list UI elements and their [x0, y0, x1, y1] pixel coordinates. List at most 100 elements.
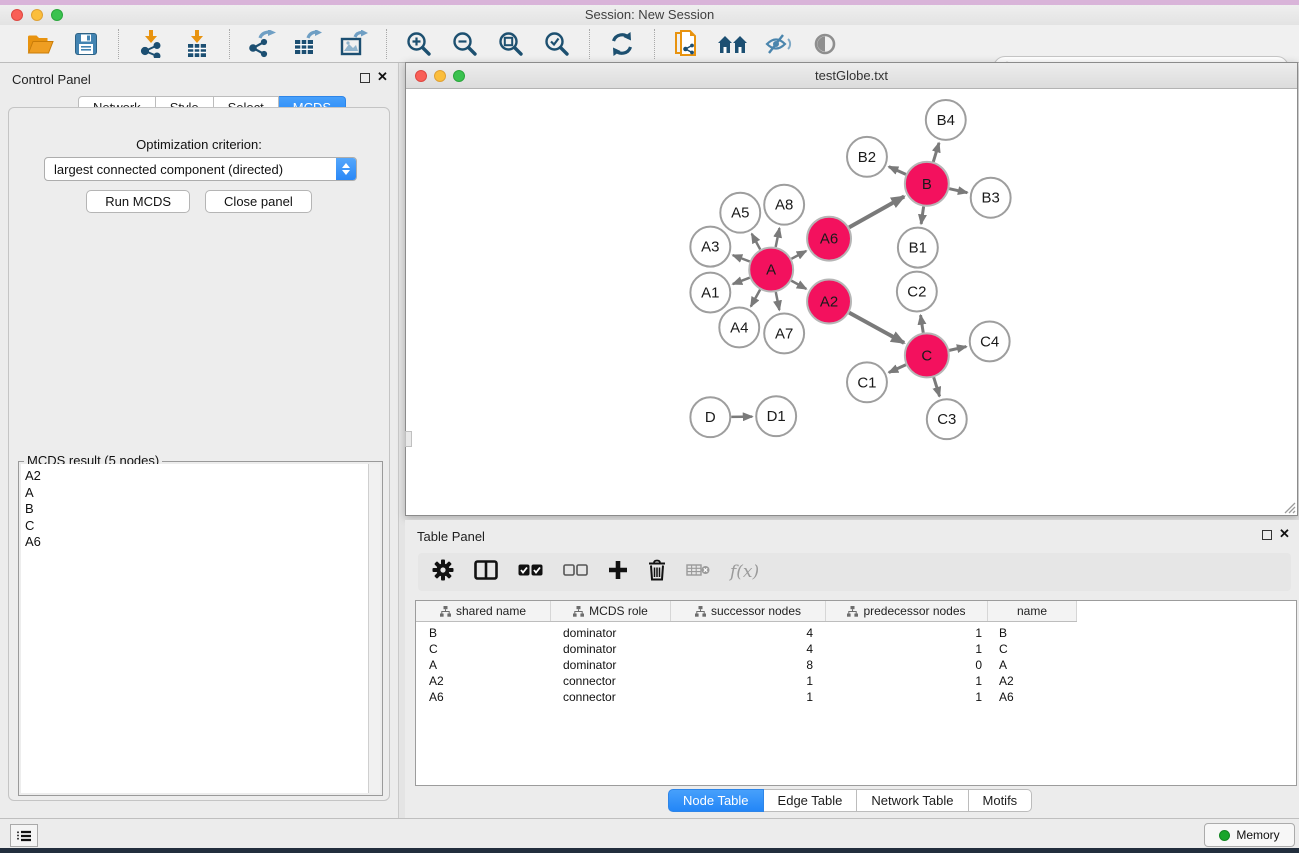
window-resize-grip[interactable] [1283, 501, 1296, 514]
close-panel-icon[interactable]: ✕ [377, 70, 388, 84]
graph-edge-A-A7[interactable] [776, 292, 780, 310]
graph-edge-C-C2[interactable] [921, 315, 924, 333]
graph-node-A7[interactable]: A7 [764, 313, 804, 353]
table-row[interactable]: A2connector11A2 [416, 673, 1296, 689]
graph-node-C[interactable]: C [905, 333, 949, 377]
table-row[interactable]: A6connector11A6 [416, 689, 1296, 705]
graph-edge-A-A3[interactable] [733, 255, 750, 261]
open-session-icon[interactable] [24, 28, 56, 60]
delete-row-icon[interactable] [648, 559, 666, 586]
table-cell[interactable]: A2 [416, 674, 551, 688]
run-mcds-button[interactable]: Run MCDS [86, 190, 190, 213]
table-cell[interactable]: 1 [826, 642, 988, 656]
table-cell[interactable]: C [416, 642, 551, 656]
table-cell[interactable]: 1 [826, 626, 988, 640]
duplicate-network-icon[interactable] [671, 28, 703, 60]
graph-node-B2[interactable]: B2 [847, 137, 887, 177]
graph-edge-C-C1[interactable] [889, 365, 906, 373]
graph-edge-A2-C[interactable] [849, 313, 904, 343]
tab-edge-table[interactable]: Edge Table [764, 789, 858, 812]
float-table-panel-icon[interactable] [1262, 530, 1272, 540]
graph-node-C3[interactable]: C3 [927, 399, 967, 439]
table-cell[interactable]: 1 [671, 674, 826, 688]
table-cell[interactable]: 4 [671, 626, 826, 640]
refresh-icon[interactable] [606, 28, 638, 60]
result-scrollbar[interactable] [368, 464, 380, 793]
delete-table-icon[interactable] [686, 563, 710, 582]
graph-node-A4[interactable]: A4 [719, 307, 759, 347]
table-row[interactable]: Bdominator41B [416, 625, 1296, 641]
task-history-button[interactable] [10, 824, 38, 847]
save-session-icon[interactable] [70, 28, 102, 60]
import-table-icon[interactable] [181, 28, 213, 60]
table-cell[interactable]: connector [551, 690, 671, 704]
graph-node-B[interactable]: B [905, 162, 949, 206]
show-panels-icon[interactable] [809, 28, 841, 60]
table-cell[interactable]: 8 [671, 658, 826, 672]
table-cell[interactable]: B [416, 626, 551, 640]
graph-edge-B-B2[interactable] [889, 167, 906, 175]
select-all-icon[interactable] [518, 563, 543, 581]
table-cell[interactable]: B [988, 626, 1077, 640]
graph-node-D[interactable]: D [690, 397, 730, 437]
hide-panels-icon[interactable] [763, 28, 795, 60]
memory-button[interactable]: Memory [1204, 823, 1295, 847]
table-cell[interactable]: A [988, 658, 1077, 672]
graph-node-B4[interactable]: B4 [926, 100, 966, 140]
network-minimize-button[interactable] [434, 70, 446, 82]
table-cell[interactable]: dominator [551, 642, 671, 656]
graph-node-C1[interactable]: C1 [847, 362, 887, 402]
table-row[interactable]: Adominator80A [416, 657, 1296, 673]
divider-grip[interactable] [405, 431, 412, 447]
graph-node-D1[interactable]: D1 [756, 396, 796, 436]
graph-edge-A-A4[interactable] [751, 290, 760, 307]
add-row-icon[interactable] [608, 560, 628, 585]
table-cell[interactable]: connector [551, 674, 671, 688]
settings-gear-icon[interactable] [432, 559, 454, 586]
graph-node-A5[interactable]: A5 [720, 193, 760, 233]
table-cell[interactable]: 4 [671, 642, 826, 656]
table-cell[interactable]: A6 [416, 690, 551, 704]
zoom-selected-icon[interactable] [541, 28, 573, 60]
column-view-icon[interactable] [474, 560, 498, 585]
float-panel-icon[interactable] [360, 73, 370, 83]
home-icon[interactable] [717, 28, 749, 60]
tab-network-table[interactable]: Network Table [857, 789, 968, 812]
table-cell[interactable]: 0 [826, 658, 988, 672]
graph-node-A[interactable]: A [749, 248, 793, 292]
graph-edge-A-A1[interactable] [733, 278, 750, 284]
zoom-window-button[interactable] [51, 9, 63, 21]
table-row[interactable]: Cdominator41C [416, 641, 1296, 657]
zoom-in-icon[interactable] [403, 28, 435, 60]
table-cell[interactable]: 1 [671, 690, 826, 704]
graph-edge-A6-B[interactable] [849, 196, 904, 227]
zoom-out-icon[interactable] [449, 28, 481, 60]
graph-node-A6[interactable]: A6 [807, 217, 851, 261]
graph-edge-B-B4[interactable] [933, 143, 939, 162]
minimize-window-button[interactable] [31, 9, 43, 21]
function-builder-icon[interactable]: f(x) [730, 562, 759, 582]
graph-node-A8[interactable]: A8 [764, 185, 804, 225]
graph-node-C2[interactable]: C2 [897, 272, 937, 312]
table-cell[interactable]: C [988, 642, 1077, 656]
network-canvas[interactable]: B4B2BB3A5A8A6A3B1AA1C2A2A4A7C4CC1C3DD1 [406, 89, 1297, 515]
graph-edge-A-A8[interactable] [776, 228, 780, 247]
graph-edge-A-A5[interactable] [752, 234, 760, 250]
graph-node-A2[interactable]: A2 [807, 280, 851, 324]
deselect-all-icon[interactable] [563, 563, 588, 581]
graph-edge-B-B3[interactable] [949, 189, 967, 193]
export-table-icon[interactable] [292, 28, 324, 60]
table-cell[interactable]: A6 [988, 690, 1077, 704]
graph-edge-A-A6[interactable] [791, 251, 806, 259]
table-cell[interactable]: A2 [988, 674, 1077, 688]
graph-node-B3[interactable]: B3 [971, 178, 1011, 218]
column-header-successor-nodes[interactable]: successor nodes [671, 601, 826, 621]
close-panel-button[interactable]: Close panel [205, 190, 312, 213]
graph-node-A1[interactable]: A1 [690, 273, 730, 313]
graph-edge-A-A2[interactable] [791, 281, 806, 289]
column-header-MCDS-role[interactable]: MCDS role [551, 601, 671, 621]
tab-motifs[interactable]: Motifs [969, 789, 1033, 812]
table-cell[interactable]: 1 [826, 690, 988, 704]
tab-node-table[interactable]: Node Table [668, 789, 764, 812]
graph-node-B1[interactable]: B1 [898, 228, 938, 268]
